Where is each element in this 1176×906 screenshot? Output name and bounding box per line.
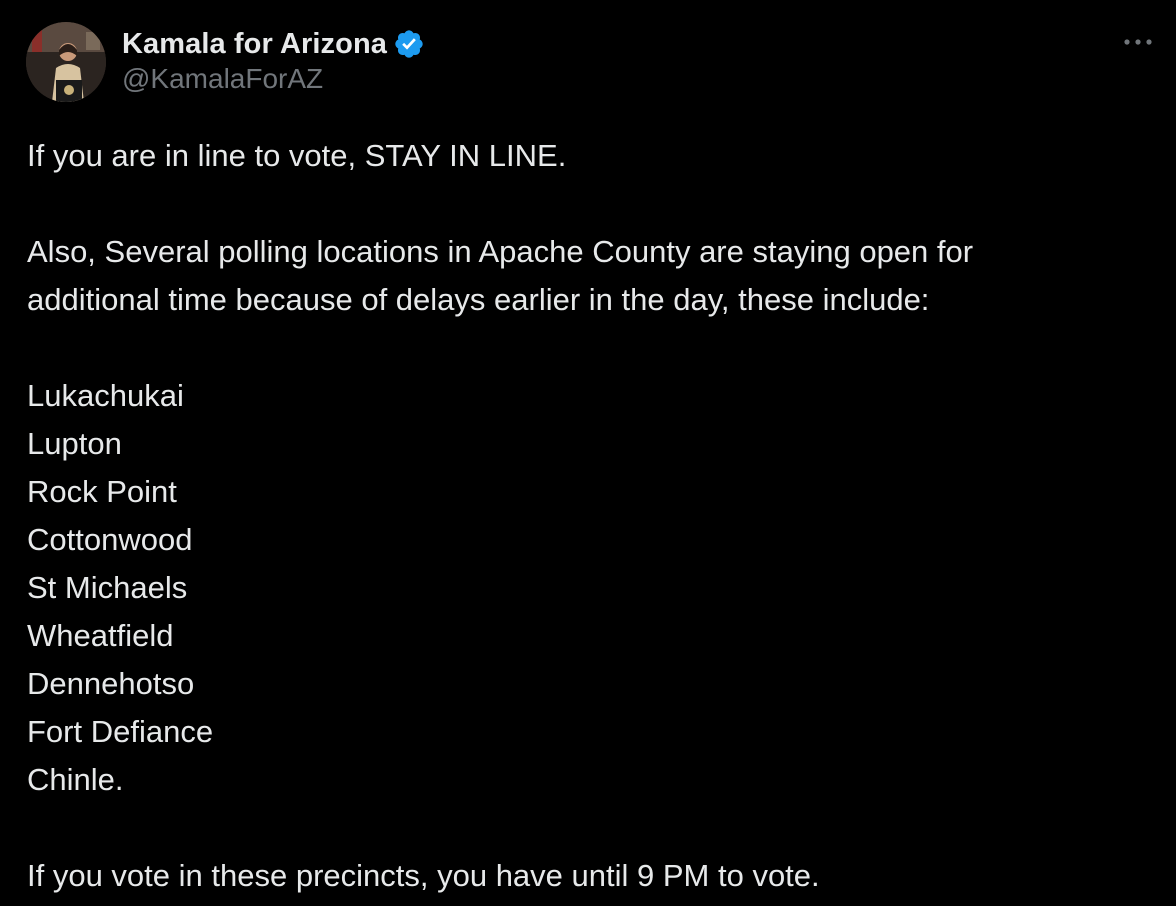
avatar[interactable] xyxy=(26,22,106,102)
list-item: Rock Point xyxy=(27,474,177,509)
tweet-line-closing: If you vote in these precincts, you have… xyxy=(27,858,820,893)
list-item: St Michaels xyxy=(27,570,188,605)
display-name[interactable]: Kamala for Arizona xyxy=(122,28,387,61)
list-item: Lupton xyxy=(27,426,122,461)
tweet-line-delays: additional time because of delays earlie… xyxy=(27,282,930,317)
tweet-line-apache-county: Also, Several polling locations in Apach… xyxy=(27,234,974,269)
author-name-row[interactable]: Kamala for Arizona xyxy=(122,24,425,64)
verified-badge-icon[interactable] xyxy=(393,28,425,60)
list-item: Fort Defiance xyxy=(27,714,214,749)
more-options-button[interactable] xyxy=(1118,24,1158,60)
polling-location-list: Lukachukai Lupton Rock Point Cottonwood … xyxy=(27,372,1157,804)
list-item: Dennehotso xyxy=(27,666,195,701)
avatar-photo xyxy=(26,22,106,102)
author-handle[interactable]: @KamalaForAZ xyxy=(122,63,323,95)
list-item: Lukachukai xyxy=(27,378,184,413)
list-item: Wheatfield xyxy=(27,618,174,653)
tweet-text: If you are in line to vote, STAY IN LINE… xyxy=(27,132,1157,900)
more-horizontal-icon xyxy=(1124,39,1152,45)
list-item: Cottonwood xyxy=(27,522,193,557)
tweet-line-stay-in-line: If you are in line to vote, STAY IN LINE… xyxy=(27,138,567,173)
list-item: Chinle. xyxy=(27,762,124,797)
